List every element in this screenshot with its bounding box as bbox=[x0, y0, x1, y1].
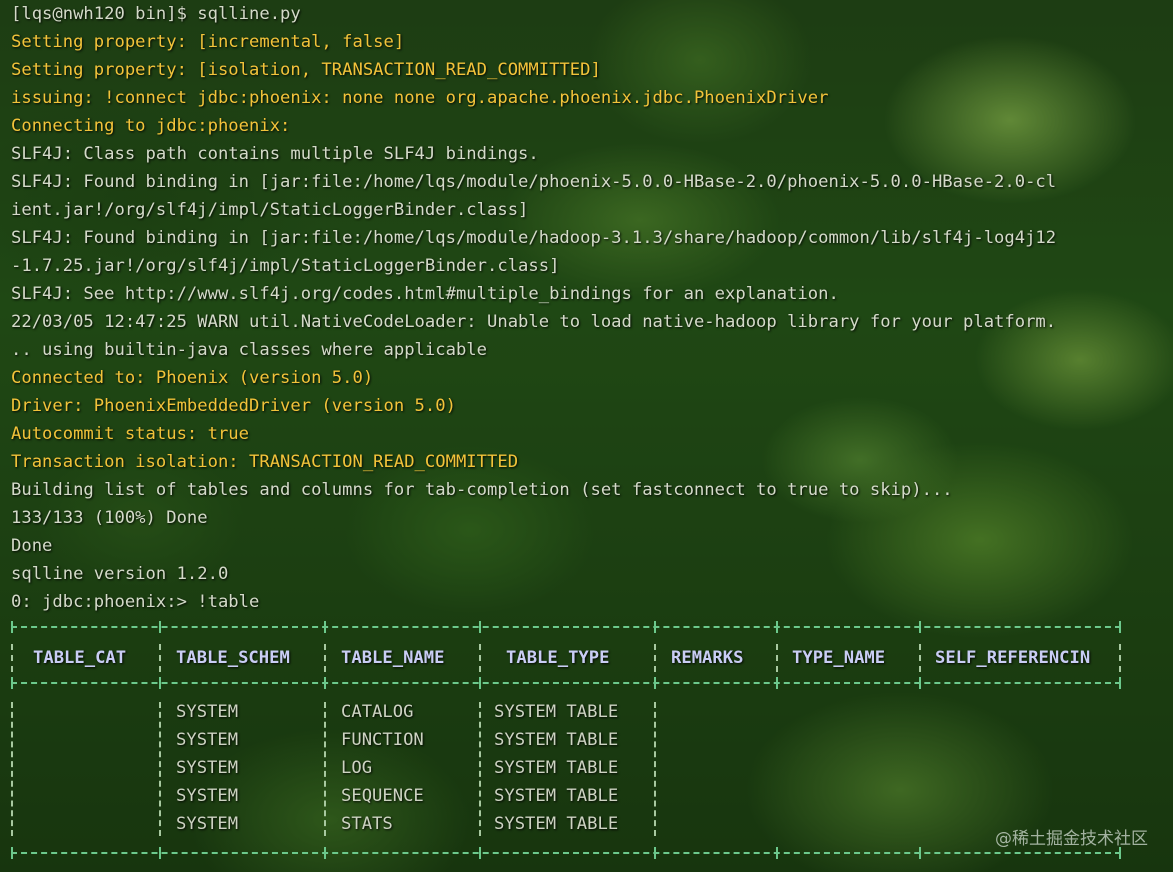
table-rule-joint bbox=[479, 621, 481, 633]
column-header: TABLE_CAT bbox=[33, 648, 127, 668]
table-cell: SYSTEM TABLE bbox=[494, 730, 619, 750]
terminal-line: Autocommit status: true bbox=[11, 424, 249, 444]
table-cell: SYSTEM TABLE bbox=[494, 814, 619, 834]
table-column-separator bbox=[159, 644, 161, 672]
table-rule-joint bbox=[159, 621, 161, 633]
table-rule-joint bbox=[324, 677, 326, 689]
terminal-line: Connecting to jdbc:phoenix: bbox=[11, 116, 291, 136]
table-rule-joint bbox=[1119, 677, 1121, 689]
table-column-separator bbox=[159, 702, 161, 836]
terminal-line: Setting property: [isolation, TRANSACTIO… bbox=[11, 60, 601, 80]
table-cell: SYSTEM bbox=[176, 702, 239, 722]
table-rule-joint bbox=[479, 677, 481, 689]
table-rule-joint bbox=[776, 677, 778, 689]
table-column-separator bbox=[324, 644, 326, 672]
table-column-separator bbox=[324, 702, 326, 836]
table-rule-joint bbox=[919, 677, 921, 689]
table-column-separator bbox=[479, 644, 481, 672]
terminal-line: -1.7.25.jar!/org/slf4j/impl/StaticLogger… bbox=[11, 256, 560, 276]
table-rule-joint bbox=[324, 847, 326, 859]
table-column-separator bbox=[11, 702, 13, 836]
table-cell: SYSTEM bbox=[176, 730, 239, 750]
table-rule-joint bbox=[159, 677, 161, 689]
table-column-separator bbox=[11, 644, 13, 672]
table-rule-joint bbox=[159, 847, 161, 859]
table-rule-joint bbox=[654, 621, 656, 633]
terminal-line: Connected to: Phoenix (version 5.0) bbox=[11, 368, 374, 388]
table-cell: STATS bbox=[341, 814, 393, 834]
table-rule-joint bbox=[11, 677, 13, 689]
table-rule-joint bbox=[776, 621, 778, 633]
table-cell: SYSTEM TABLE bbox=[494, 702, 619, 722]
terminal-line: 22/03/05 12:47:25 WARN util.NativeCodeLo… bbox=[11, 312, 1057, 332]
terminal-line: Setting property: [incremental, false] bbox=[11, 32, 405, 52]
column-header: REMARKS bbox=[671, 648, 744, 668]
table-rule-joint bbox=[654, 677, 656, 689]
table-rule-joint bbox=[324, 621, 326, 633]
terminal-line: SLF4J: See http://www.slf4j.org/codes.ht… bbox=[11, 284, 839, 304]
table-rule-joint bbox=[11, 847, 13, 859]
table-cell: SYSTEM bbox=[176, 814, 239, 834]
column-header: SELF_REFERENCIN bbox=[935, 648, 1091, 668]
table-cell: SYSTEM bbox=[176, 786, 239, 806]
terminal-line: ient.jar!/org/slf4j/impl/StaticLoggerBin… bbox=[11, 200, 529, 220]
terminal-line: [lqs@nwh120 bin]$ sqlline.py bbox=[11, 4, 301, 24]
terminal-line: sqlline version 1.2.0 bbox=[11, 564, 229, 584]
terminal-line: Transaction isolation: TRANSACTION_READ_… bbox=[11, 452, 519, 472]
result-table: TABLE_CAT TABLE_SCHEM TABLE_NAME TABLE_TYPE… bbox=[11, 616, 1121, 862]
watermark-text: @稀土掘金技术社区 bbox=[995, 829, 1148, 849]
table-rule-joint bbox=[1119, 621, 1121, 633]
column-header: TABLE_TYPE bbox=[506, 648, 610, 668]
terminal-line: .. using builtin-java classes where appl… bbox=[11, 340, 487, 360]
terminal-line: Done bbox=[11, 536, 53, 556]
table-column-separator bbox=[654, 644, 656, 672]
terminal-output[interactable]: [lqs@nwh120 bin]$ sqlline.py Setting prop… bbox=[11, 0, 1166, 616]
table-rule-joint bbox=[479, 847, 481, 859]
table-cell: CATALOG bbox=[341, 702, 414, 722]
table-column-separator bbox=[776, 644, 778, 672]
terminal-line: Building list of tables and columns for … bbox=[11, 480, 953, 500]
terminal-line: issuing: !connect jdbc:phoenix: none non… bbox=[11, 88, 829, 108]
table-rule-joint bbox=[919, 847, 921, 859]
table-cell: FUNCTION bbox=[341, 730, 424, 750]
terminal-line: 133/133 (100%) Done bbox=[11, 508, 208, 528]
table-cell: LOG bbox=[341, 758, 373, 778]
column-header: TABLE_NAME bbox=[341, 648, 445, 668]
table-rule-joint bbox=[11, 621, 13, 633]
command-prompt-line: 0: jdbc:phoenix:> !table bbox=[11, 592, 260, 612]
table-rule-joint bbox=[776, 847, 778, 859]
table-rule-joint bbox=[654, 847, 656, 859]
table-cell: SYSTEM TABLE bbox=[494, 786, 619, 806]
table-column-separator bbox=[1119, 644, 1121, 672]
table-header-rule bbox=[11, 682, 1121, 684]
column-header: TABLE_SCHEM bbox=[176, 648, 290, 668]
column-header: TYPE_NAME bbox=[792, 648, 886, 668]
table-cell: SYSTEM bbox=[176, 758, 239, 778]
table-cell: SEQUENCE bbox=[341, 786, 424, 806]
terminal-line: SLF4J: Found binding in [jar:file:/home/… bbox=[11, 228, 1057, 248]
terminal-line: Driver: PhoenixEmbeddedDriver (version 5… bbox=[11, 396, 456, 416]
terminal-line: SLF4J: Class path contains multiple SLF4… bbox=[11, 144, 539, 164]
table-rule-joint bbox=[919, 621, 921, 633]
table-column-separator bbox=[919, 644, 921, 672]
table-bottom-rule bbox=[11, 852, 1121, 854]
terminal-line: SLF4J: Found binding in [jar:file:/home/… bbox=[11, 172, 1057, 192]
table-column-separator bbox=[479, 702, 481, 836]
table-top-rule bbox=[11, 626, 1121, 628]
table-cell: SYSTEM TABLE bbox=[494, 758, 619, 778]
table-column-separator bbox=[654, 702, 656, 836]
